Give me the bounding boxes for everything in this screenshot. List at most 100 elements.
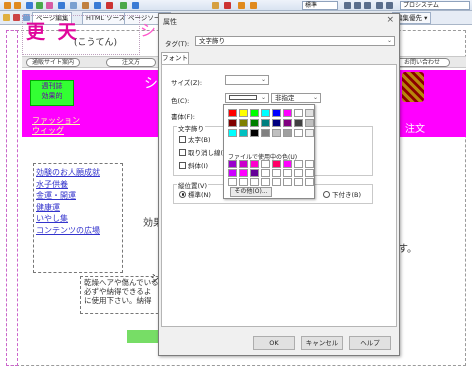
used-color-swatch[interactable]	[228, 178, 237, 186]
color-swatch[interactable]	[250, 129, 259, 137]
color-select[interactable]: ⌄	[225, 93, 269, 103]
color-swatch[interactable]	[239, 119, 248, 127]
color-swatch[interactable]	[272, 119, 281, 127]
used-color-swatch[interactable]	[250, 178, 259, 186]
nav-contact[interactable]: お問い合わせ	[394, 58, 450, 67]
color-swatch[interactable]	[294, 129, 303, 137]
other-color-button[interactable]: その他(O)...	[230, 187, 272, 197]
table-icon[interactable]	[36, 2, 43, 9]
font-combo[interactable]: プロシステム	[400, 1, 470, 10]
bold-checkbox[interactable]: 太字(B)	[179, 134, 211, 144]
color-swatch[interactable]	[228, 129, 237, 137]
redo2-icon[interactable]	[250, 2, 257, 9]
italic-checkbox-box[interactable]	[179, 161, 186, 169]
color-swatch[interactable]	[250, 119, 259, 127]
used-color-swatch[interactable]	[250, 160, 259, 168]
form-icon[interactable]	[70, 2, 77, 9]
color-swatch[interactable]	[283, 129, 292, 137]
link-icon[interactable]	[58, 2, 65, 9]
color-name-select[interactable]: 非指定 ⌄	[271, 93, 321, 103]
paint-icon[interactable]	[224, 2, 231, 9]
bold-checkbox-box[interactable]	[179, 135, 186, 143]
used-color-swatch[interactable]	[272, 169, 281, 177]
align-center-icon[interactable]	[354, 2, 361, 9]
color-swatch[interactable]	[228, 119, 237, 127]
fashion-wig-link[interactable]: ファッション ウィッグ	[32, 116, 80, 136]
color-swatch[interactable]	[261, 109, 270, 117]
pen-icon[interactable]	[212, 2, 219, 9]
color-swatch[interactable]	[294, 119, 303, 127]
color-swatch[interactable]	[250, 109, 259, 117]
used-color-swatch[interactable]	[294, 160, 303, 168]
standard-radio-dot[interactable]	[179, 190, 186, 198]
side-link-wish[interactable]: 効験のお人願成就	[36, 167, 120, 179]
close-page-icon[interactable]	[13, 14, 20, 21]
insert-icon[interactable]	[26, 2, 33, 9]
redo-icon[interactable]	[14, 2, 21, 9]
used-color-swatch[interactable]	[272, 160, 281, 168]
color-swatch[interactable]	[228, 109, 237, 117]
color-swatch[interactable]	[272, 109, 281, 117]
side-link-mizuko[interactable]: 水子供養	[36, 179, 120, 191]
color-swatch[interactable]	[239, 109, 248, 117]
italic-checkbox[interactable]: 斜体(I)	[179, 160, 208, 170]
tab-font[interactable]: フォント	[161, 52, 189, 64]
align-left-icon[interactable]	[344, 2, 351, 9]
used-color-swatch[interactable]	[294, 178, 303, 186]
image-icon[interactable]	[46, 2, 53, 9]
side-link-money[interactable]: 金運・開運	[36, 190, 120, 202]
standard-radio[interactable]: 標準(N)	[179, 189, 211, 199]
undo-icon[interactable]	[4, 2, 11, 9]
color-swatch[interactable]	[272, 129, 281, 137]
size-select[interactable]: ⌄	[225, 75, 269, 85]
paragraph-mode-combo[interactable]: 標準	[302, 1, 338, 10]
used-color-swatch[interactable]	[283, 169, 292, 177]
used-color-swatch[interactable]	[305, 160, 314, 168]
used-color-swatch[interactable]	[228, 169, 237, 177]
undo2-icon[interactable]	[238, 2, 245, 9]
ok-button[interactable]: OK	[253, 336, 295, 350]
list-icon[interactable]	[376, 2, 383, 9]
used-color-swatch[interactable]	[305, 178, 314, 186]
used-color-swatch[interactable]	[239, 178, 248, 186]
color-swatch[interactable]	[305, 109, 314, 117]
used-color-swatch[interactable]	[261, 160, 270, 168]
side-link-healing[interactable]: いやし集	[36, 213, 120, 225]
used-color-swatch[interactable]	[283, 178, 292, 186]
color-swatch[interactable]	[294, 109, 303, 117]
color-swatch[interactable]	[283, 119, 292, 127]
color-swatch[interactable]	[305, 119, 314, 127]
align-right-icon[interactable]	[364, 2, 371, 9]
used-color-swatch[interactable]	[250, 169, 259, 177]
style-icon[interactable]	[106, 2, 113, 9]
used-color-swatch[interactable]	[283, 160, 292, 168]
used-color-swatch[interactable]	[261, 178, 270, 186]
publish-icon[interactable]	[132, 2, 139, 9]
help-button[interactable]: ヘルプ	[349, 336, 391, 350]
indent-icon[interactable]	[386, 2, 393, 9]
side-link-contents[interactable]: コンテンツの広場	[36, 225, 120, 237]
frame-icon[interactable]	[82, 2, 89, 9]
nav-order[interactable]: 注文方	[106, 58, 156, 67]
close-icon[interactable]: ×	[386, 15, 394, 25]
nav-shop-guide[interactable]: 通販サイト案内	[26, 58, 80, 67]
used-color-swatch[interactable]	[272, 178, 281, 186]
subscript-radio-dot[interactable]	[323, 190, 330, 198]
side-link-health[interactable]: 健康運	[36, 202, 120, 214]
color-swatch[interactable]	[283, 109, 292, 117]
color-swatch[interactable]	[261, 129, 270, 137]
cancel-button[interactable]: キャンセル	[301, 336, 343, 350]
color-swatch[interactable]	[305, 129, 314, 137]
color-swatch[interactable]	[239, 129, 248, 137]
used-color-swatch[interactable]	[239, 169, 248, 177]
used-color-swatch[interactable]	[305, 169, 314, 177]
preview-icon[interactable]	[120, 2, 127, 9]
color-swatch[interactable]	[261, 119, 270, 127]
used-color-swatch[interactable]	[261, 169, 270, 177]
used-color-swatch[interactable]	[294, 169, 303, 177]
used-color-swatch[interactable]	[239, 160, 248, 168]
layer-icon[interactable]	[94, 2, 101, 9]
tag-select[interactable]: 文字飾り ⌄	[195, 36, 395, 46]
strike-checkbox-box[interactable]	[179, 148, 186, 156]
subscript-radio[interactable]: 下付き(B)	[323, 189, 361, 199]
